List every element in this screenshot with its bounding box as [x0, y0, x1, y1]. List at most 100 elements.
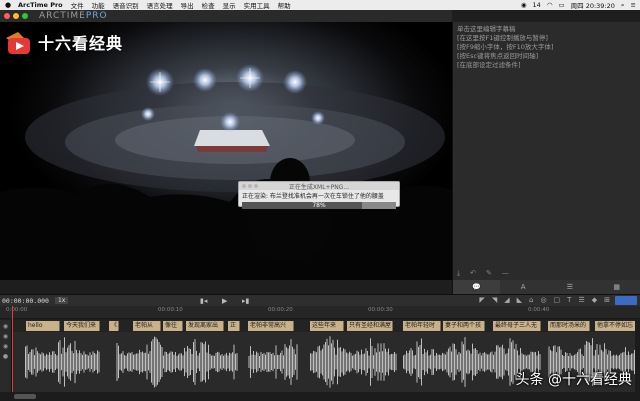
subtitle-script-editor[interactable]: 单击这里编辑字幕稿 [在这里按F1键控制播放与暂停] [按F9缩小字体，按F10…: [453, 22, 640, 73]
subtitle-block[interactable]: 今天我们来: [64, 321, 100, 331]
help-line: 单击这里编辑字幕稿: [457, 25, 516, 33]
tag-icon[interactable]: ◆: [592, 296, 597, 304]
horizontal-scrollbar[interactable]: [0, 392, 640, 401]
subtitle-block[interactable]: 这些年来: [310, 321, 344, 331]
arena-scene: [0, 22, 452, 280]
subtitle-block[interactable]: 他拿不停如忘: [595, 321, 639, 331]
eye-icon[interactable]: ◉: [0, 333, 11, 340]
menu-list-icon[interactable]: ≡: [631, 1, 636, 9]
subtitle-block[interactable]: 而那时汤米的: [548, 321, 590, 331]
merge-icon[interactable]: ⊞: [604, 296, 610, 304]
snap-icon[interactable]: ◣: [517, 296, 522, 304]
text-icon[interactable]: T: [567, 296, 571, 304]
box-icon[interactable]: ▢: [554, 296, 561, 304]
pin-icon[interactable]: ⤓: [457, 269, 460, 278]
next-frame-icon[interactable]: ▸▮: [242, 297, 249, 305]
search-icon[interactable]: ⌕: [621, 1, 625, 10]
video-preview[interactable]: 十六看经典 正在生成XML+PNG... 正在渲染: 布兰登找准机会再一次在车锁…: [0, 22, 452, 280]
eye-icon[interactable]: ◉: [0, 343, 11, 350]
menu-check[interactable]: 检查: [202, 0, 215, 10]
subtitle-track[interactable]: hello 今天我们来《 老帕从 像往 发现离家出正老帕非常高兴 这些年来 只有圣经和满屋老…: [12, 320, 640, 332]
dialog-title-bar: 正在生成XML+PNG...: [239, 182, 399, 191]
subtitle-block[interactable]: 只有圣经和满屋: [347, 321, 393, 331]
app-brand: ARCTIMEPRO: [39, 11, 108, 21]
status-area: ◉ 14 ◠ ▭ 周四 20:39:20 ⌕ ≡: [521, 0, 636, 11]
trim-icon[interactable]: ◢: [504, 296, 509, 304]
dialog-title: 正在生成XML+PNG...: [288, 183, 350, 191]
wechat-count: 14: [532, 1, 541, 9]
vertical-scrollbar[interactable]: [635, 320, 640, 392]
render-progress-bar: 78%: [242, 202, 396, 209]
battery-icon[interactable]: ▭: [558, 1, 564, 9]
wechat-icon[interactable]: ◉: [521, 1, 527, 9]
editor-toolbar: ⤓ ↶ ✎ —: [453, 266, 640, 280]
logo-text: 十六看经典: [38, 34, 124, 53]
window-titlebar: ARCTIMEPRO: [0, 10, 452, 22]
tab-grid[interactable]: ▦: [593, 280, 640, 294]
render-button[interactable]: [615, 296, 637, 305]
subtitle-block[interactable]: 正: [228, 321, 240, 331]
maximize-window-button[interactable]: [22, 13, 28, 19]
minimize-window-button[interactable]: [13, 13, 19, 19]
menu-function[interactable]: 功能: [92, 0, 105, 10]
render-status-text: 正在渲染: 布兰登找准机会再一次在车锁住了他的腰盖: [242, 193, 384, 200]
help-line: [按F9缩小字体，按F10放大字体]: [457, 43, 554, 51]
subtitle-block[interactable]: 老帕从: [133, 321, 161, 331]
clock[interactable]: 周四 20:39:20: [571, 0, 615, 10]
wifi-icon[interactable]: ◠: [547, 1, 553, 9]
timecode-display: 00:00:00.000: [2, 296, 49, 305]
ruler-label: 00:00:30: [368, 307, 393, 313]
apple-icon[interactable]: ●: [4, 1, 12, 9]
subtitle-block[interactable]: 像往: [163, 321, 183, 331]
logo-icon: [4, 28, 32, 56]
minus-icon[interactable]: —: [502, 269, 509, 277]
ruler-label: 00:00:20: [268, 307, 293, 313]
menu-help[interactable]: 帮助: [278, 0, 291, 10]
watermark: 头条 @十六看经典: [515, 372, 632, 388]
subtitle-block[interactable]: 老帕非常高兴: [248, 321, 294, 331]
timeline-ruler[interactable]: 0:00:00 00:00:10 00:00:20 00:00:30 0:00:40: [0, 306, 640, 319]
channel-logo: 十六看经典: [4, 28, 123, 56]
subtitle-block[interactable]: 妻子和两个孩: [443, 321, 485, 331]
render-progress-dialog: 正在生成XML+PNG... 正在渲染: 布兰登找准机会再一次在车锁住了他的腰盖…: [238, 181, 400, 209]
playback-speed-select[interactable]: 1x: [54, 297, 69, 304]
eye-icon[interactable]: ◉: [0, 323, 11, 330]
play-icon[interactable]: ▶: [222, 297, 227, 305]
subtitle-editor-panel[interactable]: 单击这里编辑字幕稿 [在这里按F1键控制播放与暂停] [按F9缩小字体，按F10…: [452, 22, 640, 280]
tab-styles[interactable]: A: [500, 280, 547, 294]
track-controls: ◉ ◉ ◉ ●: [0, 320, 12, 392]
subtitle-block[interactable]: 老帕年轻时: [403, 321, 441, 331]
help-line: [在这里按F1键控制播放与暂停]: [457, 34, 548, 42]
side-panel-tabs: 💬 A ☰ ▦: [452, 280, 640, 294]
scrollbar-thumb[interactable]: [14, 394, 36, 399]
subtitle-block[interactable]: hello: [26, 321, 60, 331]
menu-speech-recognition[interactable]: 语音识别: [113, 0, 139, 10]
menu-utilities[interactable]: 实用工具: [244, 0, 270, 10]
close-window-button[interactable]: [4, 13, 10, 19]
timeline-tools: ◤ ◥ ◢ ◣ ⌂ ◎ ▢ T ☰ ◆ ⊞: [479, 296, 610, 304]
menu-file[interactable]: 文件: [71, 0, 84, 10]
subtitle-block[interactable]: 《: [109, 321, 119, 331]
ruler-label: 0:00:00: [6, 307, 28, 313]
menu-display[interactable]: 显示: [223, 0, 236, 10]
transport-bar: 00:00:00.000 1x ▮◂ ▶ ▸▮ ◤ ◥ ◢ ◣ ⌂ ◎ ▢ T …: [0, 294, 640, 306]
ruler-label: 0:00:40: [528, 307, 550, 313]
subtitle-block[interactable]: 最终母子三人无: [493, 321, 541, 331]
dial-icon[interactable]: ◎: [540, 296, 546, 304]
marker-icon[interactable]: ◤: [479, 296, 484, 304]
subtitle-block[interactable]: 发现离家出: [186, 321, 224, 331]
lock-icon[interactable]: ●: [0, 353, 11, 360]
playhead[interactable]: [12, 306, 13, 401]
undo-icon[interactable]: ↶: [470, 269, 476, 277]
menu-language-processing[interactable]: 语言处理: [147, 0, 173, 10]
edit-icon[interactable]: ✎: [486, 269, 492, 277]
tab-subtitles[interactable]: 💬: [453, 280, 500, 294]
menu-export[interactable]: 导出: [181, 0, 194, 10]
camera-icon[interactable]: ⌂: [529, 296, 533, 304]
prev-frame-icon[interactable]: ▮◂: [200, 297, 207, 305]
split-icon[interactable]: ◥: [492, 296, 497, 304]
list-icon[interactable]: ☰: [578, 296, 584, 304]
render-progress-label: 78%: [312, 202, 326, 209]
app-menu[interactable]: ArcTime Pro: [18, 1, 63, 9]
tab-list[interactable]: ☰: [547, 280, 594, 294]
